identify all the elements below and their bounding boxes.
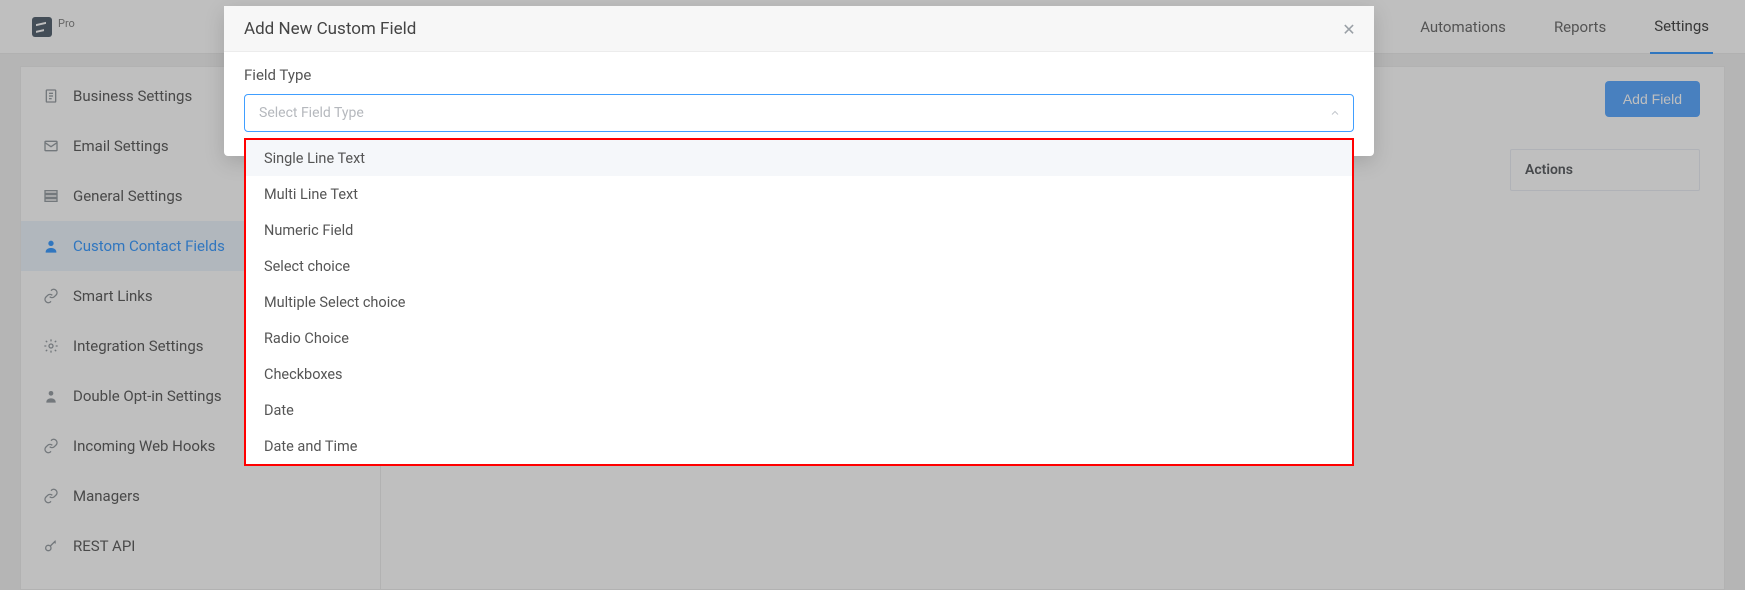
option-radio-choice[interactable]: Radio Choice: [246, 320, 1352, 356]
field-type-dropdown: Single Line Text Multi Line Text Numeric…: [244, 138, 1354, 466]
chevron-up-icon: [1329, 107, 1341, 119]
option-select-choice[interactable]: Select choice: [246, 248, 1352, 284]
close-icon[interactable]: ✕: [1340, 20, 1358, 38]
option-single-line-text[interactable]: Single Line Text: [246, 140, 1352, 176]
option-date[interactable]: Date: [246, 392, 1352, 428]
option-checkboxes[interactable]: Checkboxes: [246, 356, 1352, 392]
select-placeholder: Select Field Type: [259, 105, 364, 121]
field-type-select[interactable]: Select Field Type: [244, 94, 1354, 132]
modal-title: Add New Custom Field: [244, 19, 416, 39]
option-date-and-time[interactable]: Date and Time: [246, 428, 1352, 464]
field-type-label: Field Type: [244, 66, 1354, 84]
modal-header: Add New Custom Field ✕: [224, 6, 1374, 52]
option-multi-line-text[interactable]: Multi Line Text: [246, 176, 1352, 212]
option-numeric-field[interactable]: Numeric Field: [246, 212, 1352, 248]
option-multiple-select-choice[interactable]: Multiple Select choice: [246, 284, 1352, 320]
add-custom-field-modal: Add New Custom Field ✕ Field Type Select…: [224, 6, 1374, 156]
